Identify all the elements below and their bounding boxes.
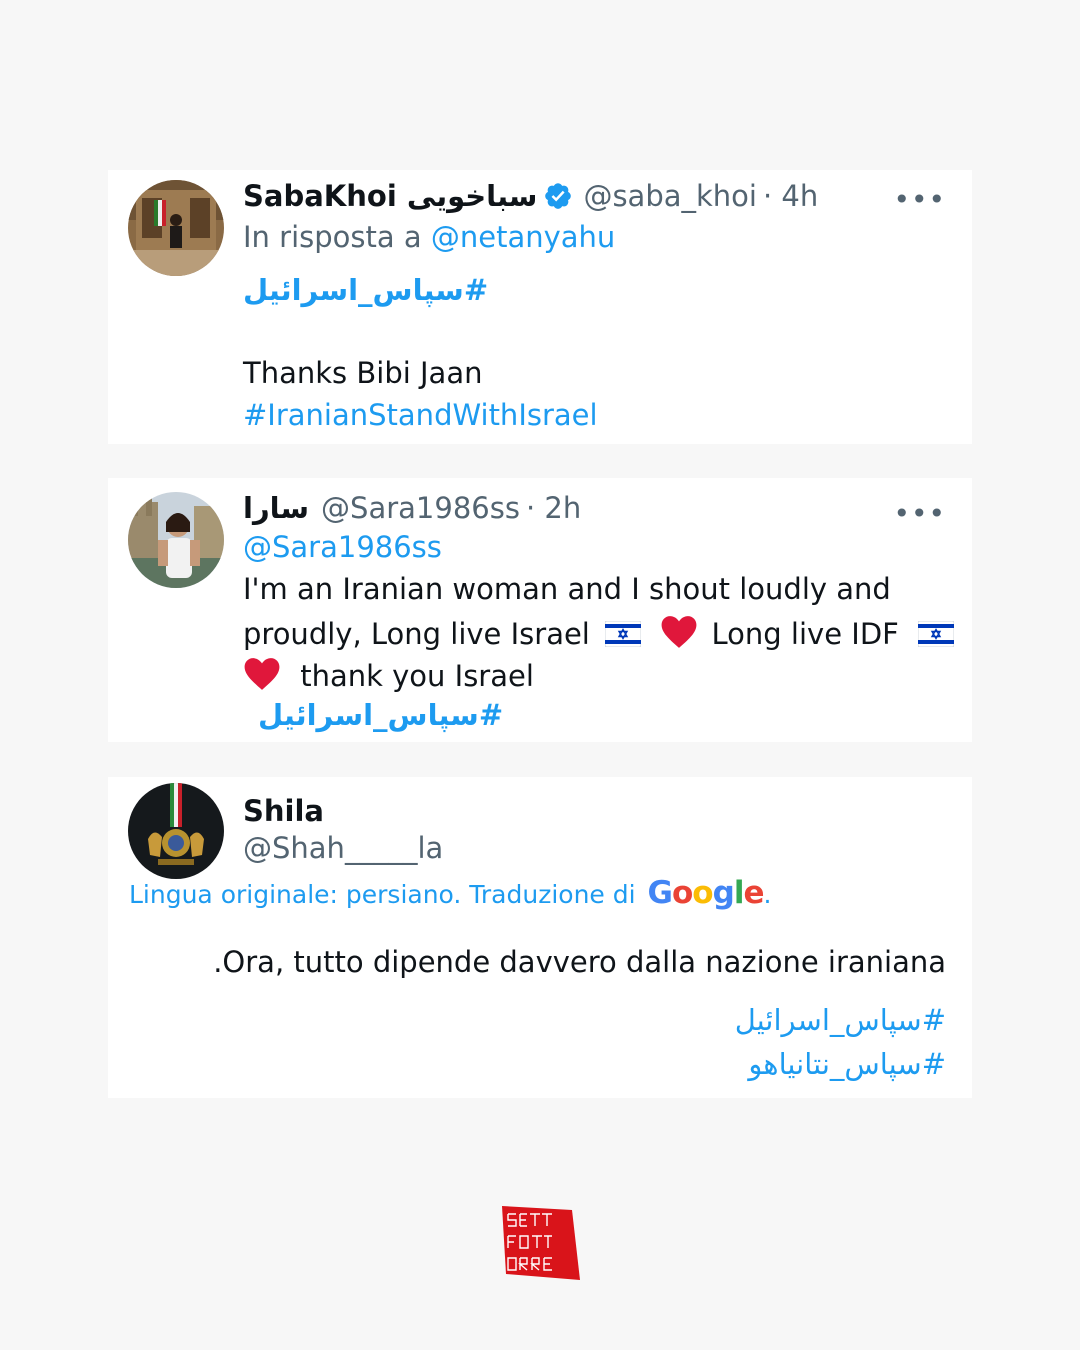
display-name[interactable]: SabaKhoi سباخویی bbox=[243, 179, 537, 213]
tweet-text-segment: thank you Israel bbox=[300, 659, 534, 693]
reply-mention-link[interactable]: @netanyahu bbox=[431, 220, 615, 254]
tweet-card-1[interactable]: SabaKhoi سباخویی @saba_khoi · 4h ••• In … bbox=[108, 170, 972, 444]
tweet-header: سارا @Sara1986ss · 2h bbox=[243, 488, 952, 528]
reply-prefix: In risposta a bbox=[243, 220, 422, 254]
reply-context: In risposta a @netanyahu bbox=[243, 220, 615, 254]
handle[interactable]: @saba_khoi bbox=[583, 179, 757, 213]
tweet-text-segment: proudly, Long live Israel bbox=[243, 617, 590, 651]
more-options-icon[interactable]: ••• bbox=[893, 500, 946, 528]
translated-text: .Ora, tutto dipende davvero dalla nazion… bbox=[213, 945, 946, 979]
tweet-card-2[interactable]: سارا @Sara1986ss · 2h ••• @Sara1986ss I'… bbox=[108, 478, 972, 742]
tweet-card-3[interactable]: Shila @Shah_____la Lingua originale: per… bbox=[108, 777, 972, 1098]
translation-label: Lingua originale: persiano. Traduzione d… bbox=[129, 880, 636, 909]
verified-badge-icon bbox=[545, 183, 572, 209]
display-name[interactable]: Shila bbox=[243, 794, 324, 828]
hashtag-link[interactable]: #سپاس_نتانیاهو bbox=[748, 1047, 946, 1081]
handle[interactable]: @Sara1986ss bbox=[321, 491, 520, 525]
tweet-text-segment: Long live IDF bbox=[711, 617, 899, 651]
avatar[interactable] bbox=[128, 492, 224, 588]
hashtag-link[interactable]: #IranianStandWithIsrael bbox=[243, 398, 598, 432]
publisher-logo-icon bbox=[502, 1206, 580, 1280]
tweet-text-line-1: I'm an Iranian woman and I shout loudly … bbox=[243, 572, 891, 606]
handle[interactable]: @Shah_____la bbox=[243, 831, 443, 865]
hashtag-link[interactable]: #سپاس_اسرائیل bbox=[735, 1003, 946, 1037]
israel-flag-icon bbox=[918, 621, 955, 647]
tweet-header: SabaKhoi سباخویی @saba_khoi · 4h bbox=[243, 176, 952, 216]
timestamp[interactable]: · 4h bbox=[763, 179, 818, 213]
israel-flag-icon bbox=[605, 621, 642, 647]
tweet-header: Shila bbox=[243, 791, 952, 831]
red-heart-icon bbox=[244, 658, 280, 690]
google-logo-icon: Google bbox=[647, 875, 765, 911]
tweet-text-line-3: thank you Israel bbox=[243, 656, 534, 693]
tweet-text-line-2: proudly, Long live Israel Long live IDF bbox=[243, 614, 960, 651]
translation-period: . bbox=[763, 880, 772, 909]
hashtag-link[interactable]: #سپاس_اسرائیل bbox=[258, 698, 503, 732]
tweet-text: Thanks Bibi Jaan bbox=[243, 356, 483, 390]
avatar[interactable] bbox=[128, 180, 224, 276]
more-options-icon[interactable]: ••• bbox=[893, 186, 946, 214]
mention-link[interactable]: @Sara1986ss bbox=[243, 530, 442, 564]
hashtag-link[interactable]: #سپاس_اسرائیل bbox=[243, 273, 488, 307]
timestamp[interactable]: · 2h bbox=[526, 491, 581, 525]
avatar[interactable] bbox=[128, 783, 224, 879]
display-name[interactable]: سارا bbox=[243, 491, 309, 525]
red-heart-icon bbox=[661, 616, 697, 648]
translation-note: Lingua originale: persiano. Traduzione d… bbox=[129, 875, 771, 911]
